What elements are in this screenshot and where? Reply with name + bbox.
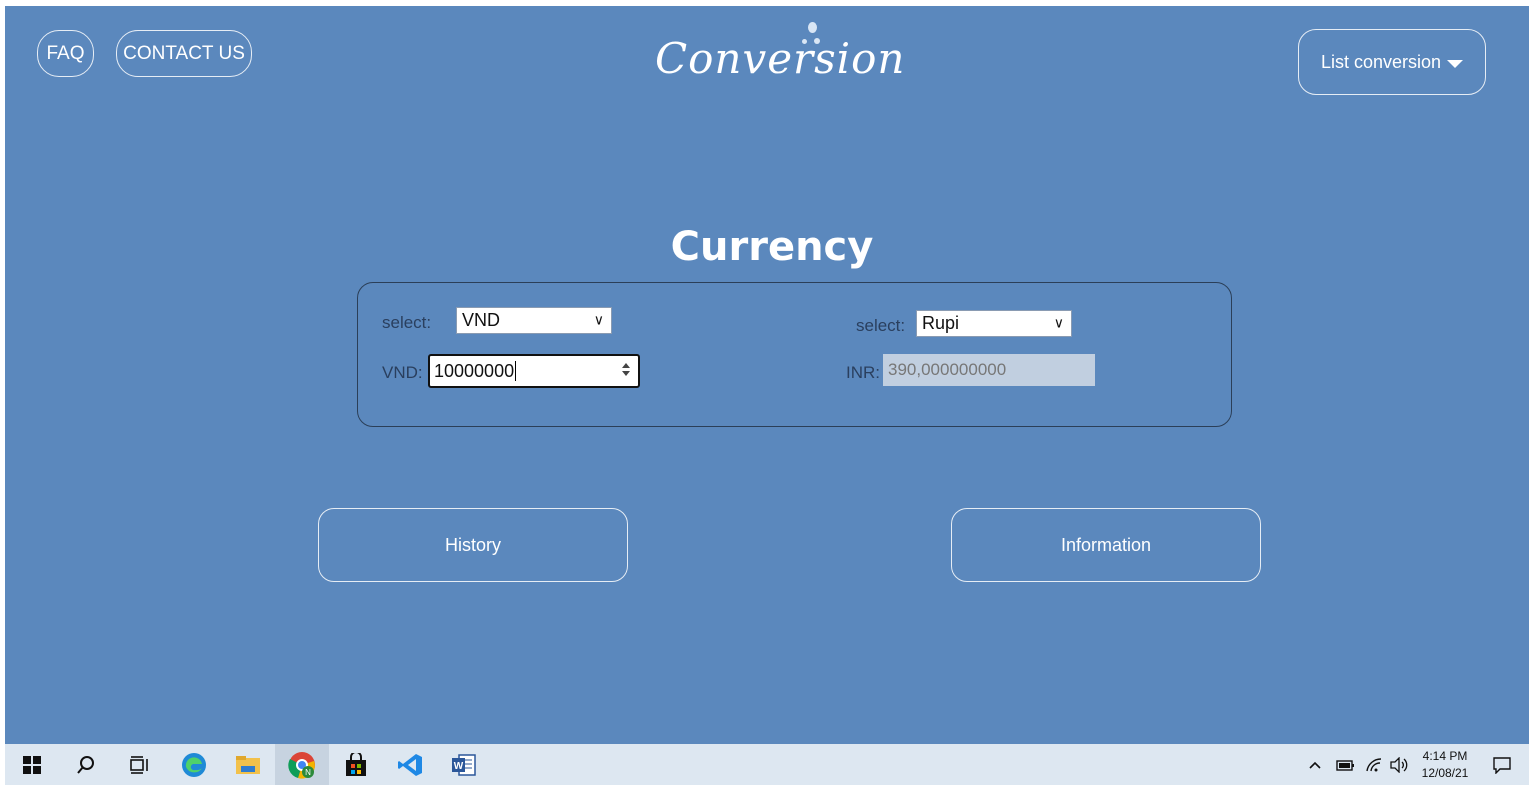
edge-icon[interactable] bbox=[167, 744, 221, 785]
to-currency-select[interactable]: Rupi ∨ bbox=[916, 310, 1072, 337]
wifi-icon[interactable] bbox=[1365, 744, 1383, 785]
taskbar: N W 4:14 PM 12/08/21 bbox=[5, 744, 1529, 785]
to-select-label: select: bbox=[856, 316, 906, 335]
show-hidden-icons[interactable] bbox=[1308, 744, 1322, 785]
store-icon[interactable] bbox=[329, 744, 383, 785]
battery-icon[interactable] bbox=[1335, 744, 1355, 785]
clock-time: 4:14 PM bbox=[1422, 749, 1468, 763]
list-conversion-label: List conversion bbox=[1320, 51, 1442, 72]
svg-text:N: N bbox=[305, 768, 311, 777]
list-conversion-dropdown[interactable]: List conversion bbox=[1298, 29, 1486, 95]
to-currency-value: Rupi bbox=[922, 313, 960, 333]
amount-input[interactable]: 10000000 bbox=[428, 354, 640, 388]
volume-icon[interactable] bbox=[1389, 744, 1409, 785]
windows-start-icon[interactable] bbox=[5, 744, 59, 785]
to-output-label: INR: bbox=[846, 363, 880, 382]
number-spinner[interactable] bbox=[620, 360, 632, 382]
converted-output: 390,000000000 bbox=[883, 354, 1095, 386]
chevron-down-icon: ∨ bbox=[1053, 314, 1064, 331]
svg-text:W: W bbox=[454, 761, 464, 772]
app-window: FAQ CONTACT US Conversion List conversio… bbox=[5, 6, 1529, 744]
contact-us-button[interactable]: CONTACT US bbox=[116, 30, 252, 77]
task-view-icon[interactable] bbox=[113, 744, 167, 785]
caret-down-icon bbox=[1447, 60, 1464, 68]
logo: Conversion bbox=[655, 22, 904, 90]
word-icon[interactable]: W bbox=[437, 744, 491, 785]
history-button[interactable]: History bbox=[318, 508, 628, 582]
vscode-icon[interactable] bbox=[383, 744, 437, 785]
faq-button[interactable]: FAQ bbox=[37, 30, 94, 77]
from-select-label: select: bbox=[382, 313, 432, 332]
from-currency-value: VND bbox=[462, 310, 501, 330]
chevron-down-icon: ∨ bbox=[593, 311, 604, 328]
logo-bubble bbox=[814, 38, 820, 44]
page-title: Currency bbox=[670, 224, 874, 270]
information-button[interactable]: Information bbox=[951, 508, 1261, 582]
notification-icon[interactable] bbox=[1492, 744, 1512, 785]
spinner-up-icon[interactable] bbox=[622, 363, 630, 368]
search-icon[interactable] bbox=[59, 744, 113, 785]
amount-value: 10000000 bbox=[434, 360, 515, 381]
logo-bubble bbox=[802, 39, 807, 44]
from-currency-select[interactable]: VND ∨ bbox=[456, 307, 612, 334]
from-input-label: VND: bbox=[382, 363, 423, 382]
conversion-panel: select: VND ∨ VND: 10000000 select: Rupi… bbox=[357, 282, 1232, 427]
system-clock[interactable]: 4:14 PM 12/08/21 bbox=[1415, 748, 1475, 782]
logo-bubble bbox=[808, 22, 817, 33]
spinner-down-icon[interactable] bbox=[622, 371, 630, 376]
file-explorer-icon[interactable] bbox=[221, 744, 275, 785]
clock-date: 12/08/21 bbox=[1421, 766, 1469, 780]
converted-value: 390,000000000 bbox=[888, 360, 1007, 379]
logo-text: Conversion bbox=[655, 34, 906, 83]
text-cursor bbox=[515, 361, 517, 381]
chrome-icon[interactable]: N bbox=[275, 744, 329, 785]
